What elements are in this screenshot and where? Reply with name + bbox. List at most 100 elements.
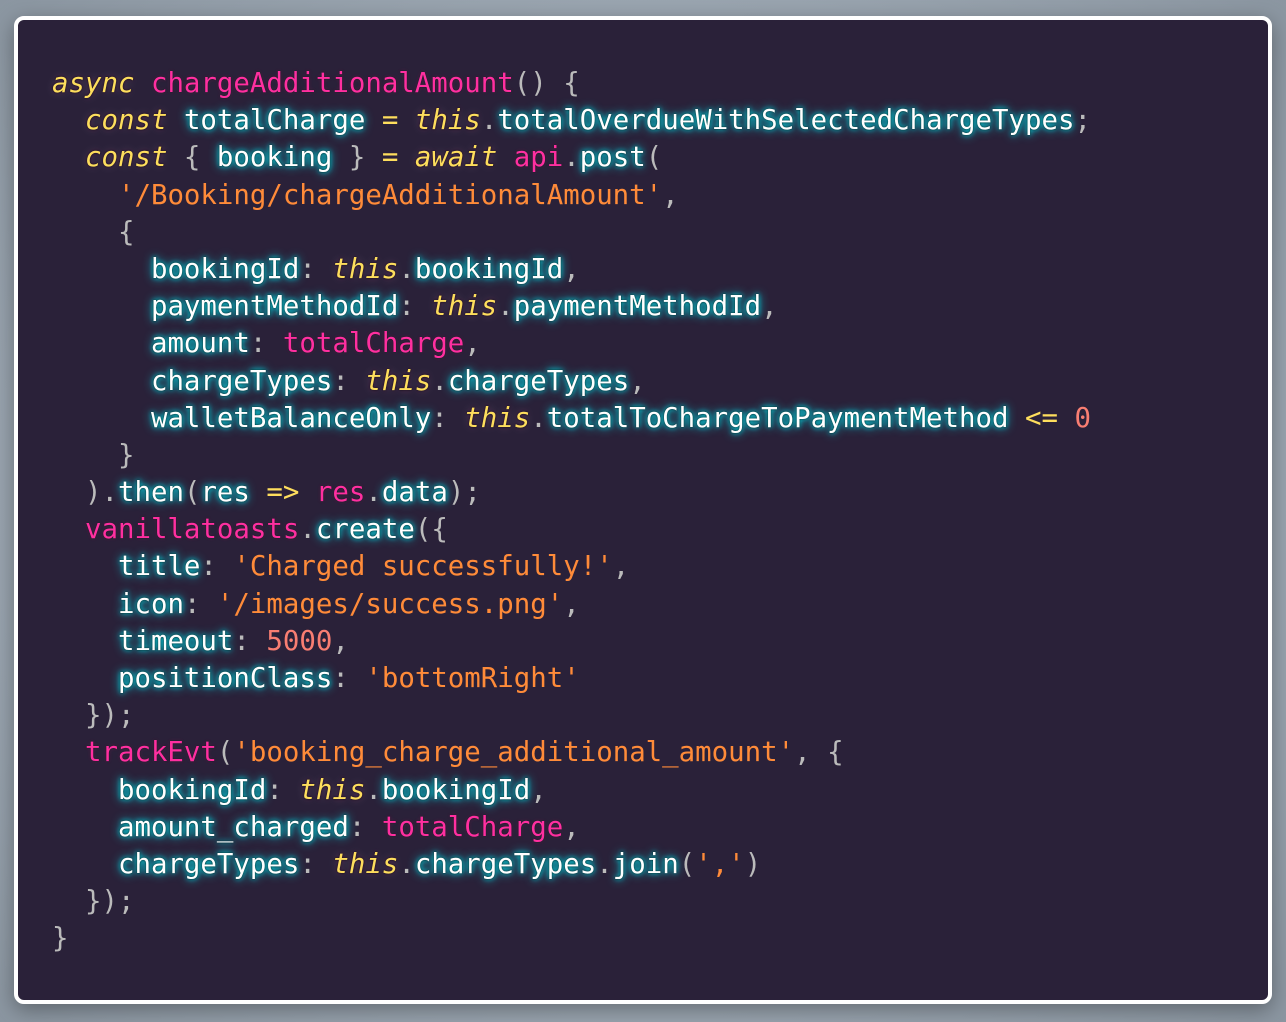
code-line: bookingId: this.bookingId, xyxy=(52,251,1091,288)
code-line: } xyxy=(52,437,1091,474)
code-token: ({ xyxy=(414,514,448,546)
code-token: '/Booking/chargeAdditionalAmount' xyxy=(117,179,663,211)
code-token: ; xyxy=(1074,105,1091,137)
code-token: = xyxy=(381,142,399,174)
code-line: positionClass: 'bottomRight' xyxy=(52,660,1091,697)
code-line: async chargeAdditionalAmount() { xyxy=(52,65,1091,102)
code-token: }); xyxy=(52,886,135,918)
code-token: , xyxy=(662,179,679,211)
code-token: paymentMethodId xyxy=(513,291,762,323)
code-token: : xyxy=(233,625,267,657)
code-token: . xyxy=(497,291,514,323)
code-token: 'booking_charge_additional_amount' xyxy=(233,737,795,769)
code-token: : xyxy=(348,811,382,843)
code-token: ) xyxy=(744,848,762,880)
code-token: . xyxy=(365,477,382,509)
code-line: } xyxy=(52,920,1091,957)
code-line: }); xyxy=(52,883,1091,920)
code-token: totalCharge xyxy=(183,105,366,137)
code-token: join xyxy=(612,848,679,880)
code-token: timeout xyxy=(117,625,234,657)
code-line: paymentMethodId: this.paymentMethodId, xyxy=(52,288,1091,325)
code-token: trackEvt xyxy=(84,737,217,769)
code-token: bookingId xyxy=(414,253,564,285)
code-line: amount_charged: totalCharge, xyxy=(52,809,1091,846)
code-token: : xyxy=(183,588,217,620)
code-line: walletBalanceOnly: this.totalToChargeToP… xyxy=(52,400,1091,437)
code-token: this xyxy=(332,848,399,880)
code-token: { xyxy=(167,142,217,174)
code-line: const totalCharge = this.totalOverdueWit… xyxy=(52,102,1091,139)
code-token: bookingId xyxy=(150,253,300,285)
code-token: , xyxy=(629,365,646,397)
code-token: res xyxy=(315,477,366,509)
code-token: const xyxy=(84,142,168,174)
code-line: vanillatoasts.create({ xyxy=(52,511,1091,548)
code-token: then xyxy=(117,477,184,509)
code-token: this xyxy=(464,402,531,434)
code-token: const xyxy=(84,105,168,137)
code-token: () { xyxy=(513,68,580,99)
code-token: create xyxy=(315,514,415,546)
code-line: chargeTypes: this.chargeTypes.join(',') xyxy=(52,846,1091,883)
code-token: ( xyxy=(216,737,234,769)
code-token: , xyxy=(563,253,580,285)
code-token: . xyxy=(530,402,547,434)
code-token: . xyxy=(596,848,613,880)
code-token: ',' xyxy=(695,848,745,880)
code-token: : xyxy=(299,848,333,880)
code-token: => xyxy=(266,477,300,509)
code-token: totalCharge xyxy=(282,328,465,360)
code-token: . xyxy=(563,142,580,174)
code-token: : xyxy=(398,291,432,323)
code-token: this xyxy=(431,291,498,323)
code-line: const { booking } = await api.post( xyxy=(52,139,1091,176)
code-token: = xyxy=(381,105,399,137)
code-token: chargeTypes xyxy=(117,848,300,880)
code-token: icon xyxy=(117,588,184,620)
code-token: . xyxy=(480,105,498,137)
code-token: ( xyxy=(678,848,696,880)
code-token: title xyxy=(117,551,201,583)
code-token: this xyxy=(299,774,366,806)
code-token: } xyxy=(332,142,382,174)
code-token: amount xyxy=(150,328,250,360)
code-block: async chargeAdditionalAmount() { const t… xyxy=(52,65,1091,958)
code-token: chargeAdditionalAmount xyxy=(150,68,514,99)
code-token: bookingId xyxy=(381,774,531,806)
code-token: paymentMethodId xyxy=(150,291,399,323)
code-token: this xyxy=(332,253,399,285)
code-token: : xyxy=(249,328,283,360)
code-token: await xyxy=(414,142,498,174)
code-token: chargeTypes xyxy=(414,848,597,880)
code-line: chargeTypes: this.chargeTypes, xyxy=(52,363,1091,400)
code-token: : xyxy=(332,663,366,694)
code-token: . xyxy=(299,514,316,546)
code-token: 5000 xyxy=(266,625,333,657)
code-line: timeout: 5000, xyxy=(52,623,1091,660)
code-token: post xyxy=(579,142,646,174)
code-line: { xyxy=(52,214,1091,251)
code-token: : xyxy=(299,253,333,285)
code-token: : xyxy=(266,774,300,806)
code-line: ).then(res => res.data); xyxy=(52,474,1091,511)
code-token: totalCharge xyxy=(381,811,564,843)
code-token: } xyxy=(52,439,135,471)
